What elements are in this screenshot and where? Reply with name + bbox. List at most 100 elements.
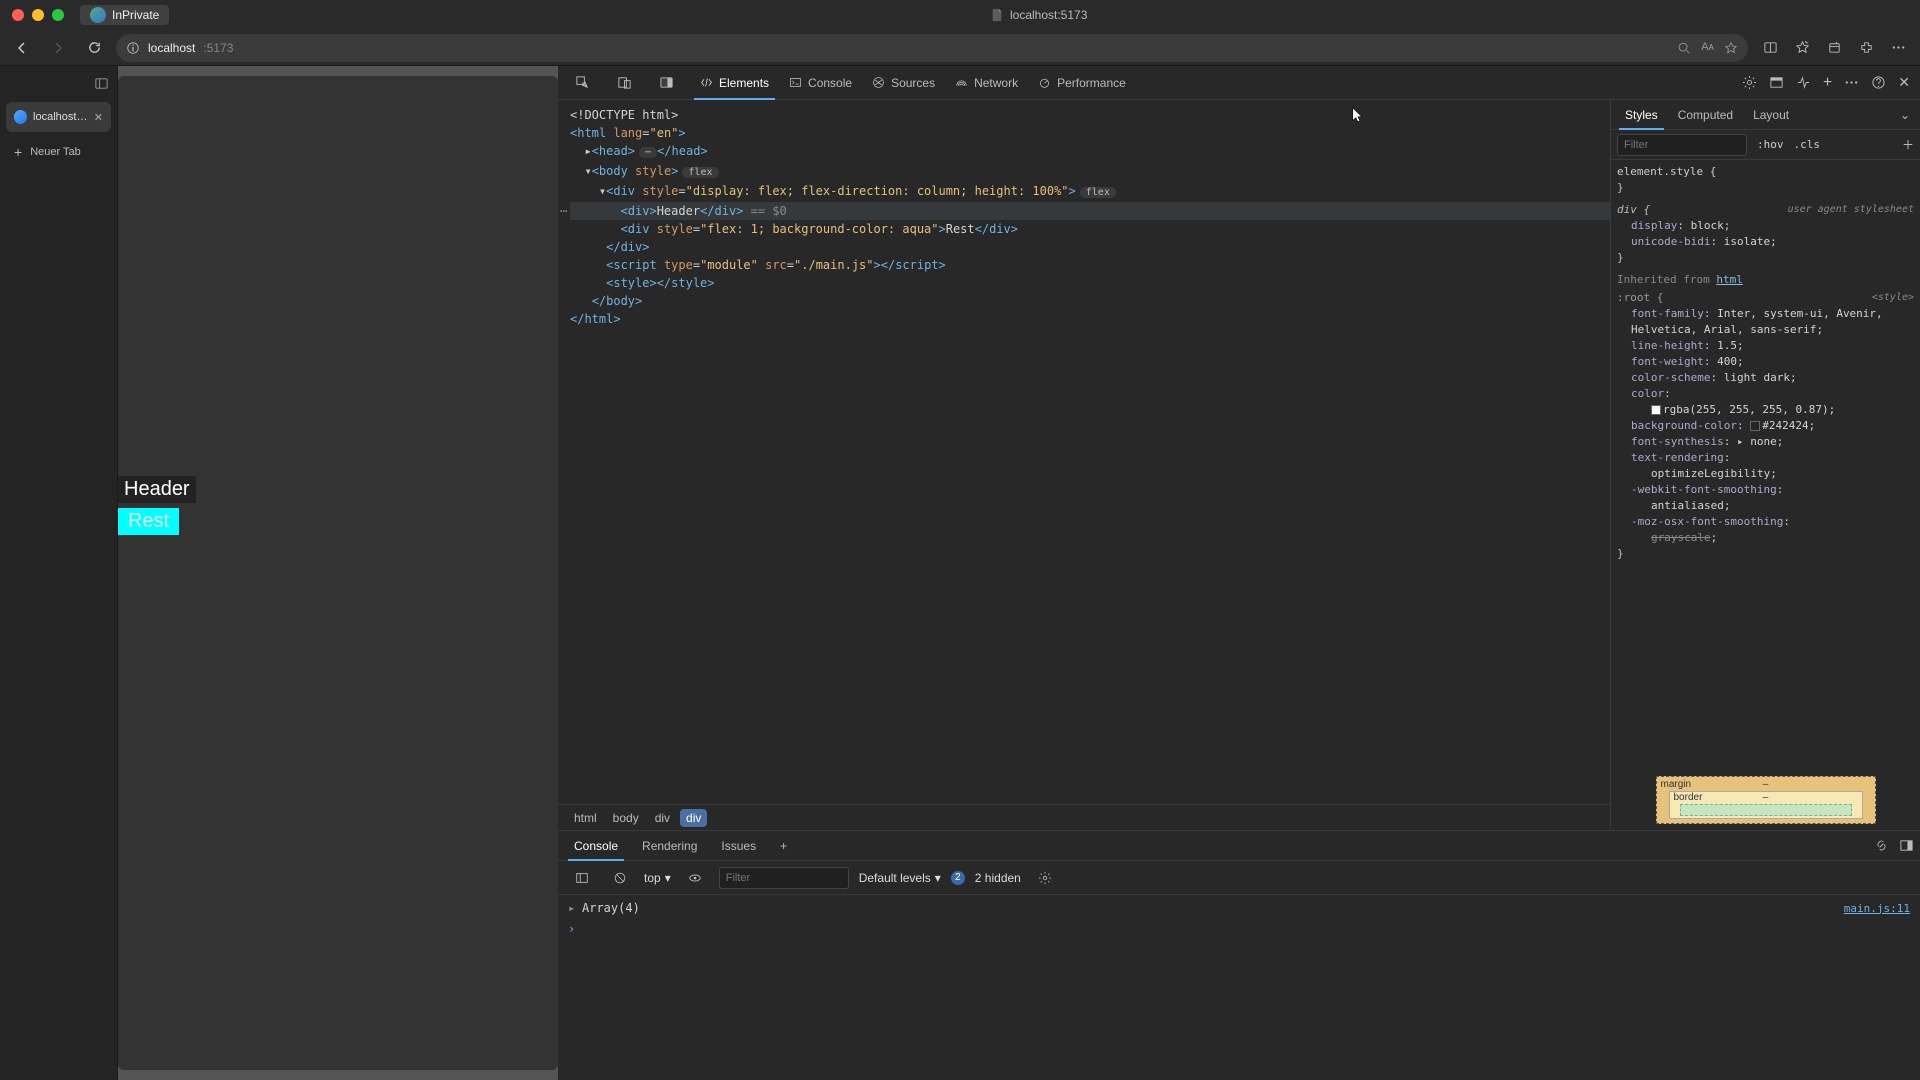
read-aloud-icon[interactable]: Aᴀ (1701, 41, 1714, 55)
console-drawer: Console Rendering Issues + top ▾ Default (558, 830, 1920, 1080)
tab-computed[interactable]: Computed (1668, 100, 1743, 129)
dock-side-icon[interactable] (652, 69, 680, 97)
context-selector[interactable]: top ▾ (644, 871, 671, 885)
styles-sidebar: Styles Computed Layout ⌄ :hov .cls ＋ ele… (1610, 100, 1920, 830)
crumb-html[interactable]: html (568, 809, 603, 827)
expand-icon[interactable] (1899, 838, 1914, 853)
info-count[interactable]: 2 (951, 871, 965, 885)
url-path: :5173 (203, 41, 233, 55)
page-header-element[interactable]: Header (118, 476, 196, 503)
tab-layout[interactable]: Layout (1743, 100, 1799, 129)
hidden-count[interactable]: 2 hidden (975, 871, 1021, 885)
profile-avatar-icon (90, 7, 106, 23)
traffic-lights (12, 9, 64, 21)
minimize-window-icon[interactable] (32, 9, 44, 21)
source-link[interactable]: main.js:11 (1844, 902, 1910, 915)
crumb-div[interactable]: div (649, 809, 676, 827)
close-devtools-icon[interactable]: ✕ (1898, 74, 1910, 91)
add-tab-icon[interactable]: + (1823, 74, 1832, 92)
vertical-tab-sidebar: localhost:51 ✕ + Neuer Tab (0, 66, 118, 1080)
close-tab-icon[interactable]: ✕ (94, 111, 103, 124)
link-icon[interactable] (1874, 838, 1889, 853)
drawer-tab-console[interactable]: Console (564, 831, 628, 860)
flex-pill[interactable]: flex (1080, 187, 1116, 198)
device-toolbar-icon[interactable] (610, 69, 638, 97)
sidebar-toggle-button[interactable] (0, 66, 117, 100)
log-levels-selector[interactable]: Default levels ▾ (859, 871, 941, 885)
help-icon[interactable] (1871, 75, 1886, 90)
browser-menu-icon[interactable] (1884, 34, 1912, 62)
console-settings-icon[interactable] (1031, 864, 1059, 892)
inherit-link[interactable]: html (1716, 273, 1743, 286)
console-filter-input[interactable] (719, 867, 849, 889)
tab-elements[interactable]: Elements (690, 66, 779, 99)
clear-console-icon[interactable] (606, 864, 634, 892)
crumb-div-active[interactable]: div (680, 809, 707, 827)
console-log-row[interactable]: ▸ Array(4) main.js:11 (568, 901, 1910, 915)
tab-performance[interactable]: Performance (1028, 66, 1136, 99)
dom-tree[interactable]: <!DOCTYPE html> <html lang="en"> ▸<head>… (558, 100, 1610, 804)
collapse-sidebar-icon[interactable] (118, 80, 126, 102)
activity-icon[interactable] (1796, 75, 1811, 90)
detach-icon[interactable] (1769, 75, 1784, 90)
split-screen-icon[interactable] (1756, 34, 1784, 62)
devtools-panel: Elements Console Sources Network Perform… (558, 66, 1920, 1080)
dom-selected-node[interactable]: ⋯ <div>Header</div> == $0 (570, 202, 1610, 220)
console-prompt[interactable]: › (568, 919, 1910, 939)
page-rest-element[interactable]: Rest (118, 508, 179, 535)
collections-icon[interactable] (1820, 34, 1848, 62)
tab-label: localhost:51 (33, 111, 88, 123)
more-icon[interactable] (1844, 75, 1859, 90)
site-info-icon[interactable] (126, 41, 140, 55)
browser-toolbar: localhost :5173 Aᴀ (0, 30, 1920, 66)
drawer-tab-rendering[interactable]: Rendering (632, 831, 707, 860)
tab-network[interactable]: Network (945, 66, 1028, 99)
hov-toggle[interactable]: :hov (1757, 138, 1784, 151)
drawer-add-icon[interactable]: + (770, 831, 797, 860)
back-button[interactable] (8, 34, 36, 62)
tab-sources[interactable]: Sources (862, 66, 945, 99)
window-title: localhost:5173 (169, 8, 1908, 22)
window-titlebar: InPrivate localhost:5173 (0, 0, 1920, 30)
inprivate-badge[interactable]: InPrivate (80, 5, 169, 25)
element-style-selector: element.style { (1617, 164, 1914, 180)
console-output[interactable]: ▸ Array(4) main.js:11 › (558, 895, 1920, 1080)
close-window-icon[interactable] (12, 9, 24, 21)
url-host: localhost (148, 41, 195, 55)
gear-icon[interactable] (1742, 75, 1757, 90)
box-model[interactable]: margin – border – (1611, 770, 1920, 830)
address-bar[interactable]: localhost :5173 Aᴀ (116, 34, 1748, 62)
favorite-icon[interactable] (1724, 41, 1738, 55)
maximize-window-icon[interactable] (52, 9, 64, 21)
console-sidebar-icon[interactable] (568, 864, 596, 892)
new-tab-button[interactable]: + Neuer Tab (6, 138, 111, 166)
favorites-icon[interactable] (1788, 34, 1816, 62)
zoom-icon[interactable] (1677, 41, 1691, 55)
new-style-icon[interactable]: ＋ (1902, 136, 1914, 153)
cls-toggle[interactable]: .cls (1794, 138, 1821, 151)
page-icon (990, 8, 1004, 22)
crumb-body[interactable]: body (607, 809, 645, 827)
inprivate-label: InPrivate (112, 8, 159, 22)
live-expression-icon[interactable] (681, 864, 709, 892)
flex-pill[interactable]: flex (682, 167, 718, 178)
plus-icon: + (14, 144, 22, 160)
toolbar-actions (1756, 34, 1912, 62)
page-viewport: Header Rest (118, 66, 558, 1080)
inspect-element-icon[interactable] (568, 69, 596, 97)
new-tab-label: Neuer Tab (30, 146, 81, 158)
tab-styles[interactable]: Styles (1615, 100, 1668, 129)
styles-filter-input[interactable] (1617, 134, 1747, 156)
styles-rules[interactable]: element.style { } div {user agent styles… (1611, 160, 1920, 770)
reload-button[interactable] (80, 34, 108, 62)
forward-button (44, 34, 72, 62)
drawer-tab-issues[interactable]: Issues (711, 831, 766, 860)
tab-console[interactable]: Console (779, 66, 862, 99)
chevron-down-icon[interactable]: ⌄ (1894, 108, 1916, 122)
extensions-icon[interactable] (1852, 34, 1880, 62)
dom-breadcrumbs: html body div div (558, 804, 1610, 830)
browser-tab[interactable]: localhost:51 ✕ (6, 102, 111, 132)
log-value: Array(4) (582, 901, 640, 915)
devtools-tabbar: Elements Console Sources Network Perform… (558, 66, 1920, 100)
favicon-icon (14, 110, 27, 124)
